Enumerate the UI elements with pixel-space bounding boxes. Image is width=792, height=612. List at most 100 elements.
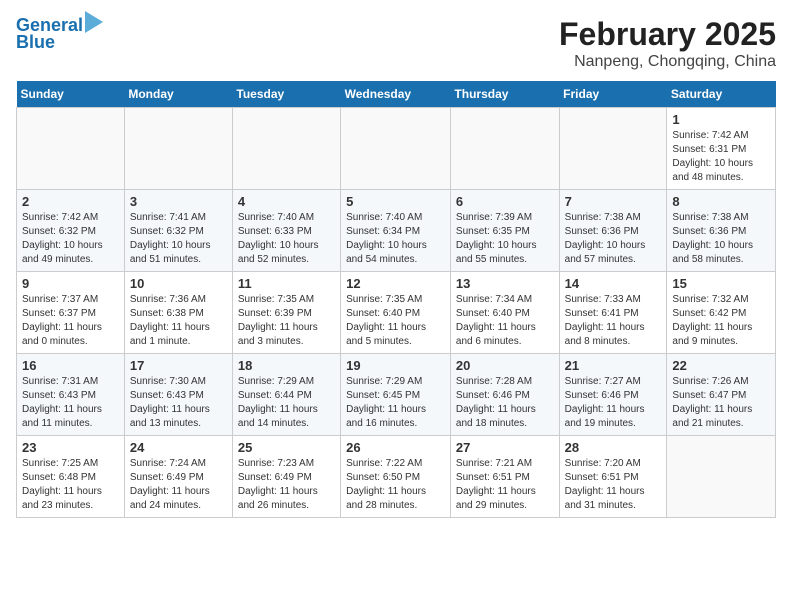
day-info: Sunrise: 7:38 AM Sunset: 6:36 PM Dayligh…	[672, 211, 770, 267]
day-number: 11	[238, 276, 335, 291]
calendar-cell: 6 Sunrise: 7:39 AM Sunset: 6:35 PM Daylig…	[450, 190, 559, 272]
day-info: Sunrise: 7:40 AM Sunset: 6:34 PM Dayligh…	[346, 211, 445, 267]
day-info: Sunrise: 7:24 AM Sunset: 6:49 PM Dayligh…	[130, 457, 227, 513]
day-info: Sunrise: 7:42 AM Sunset: 6:32 PM Dayligh…	[22, 211, 119, 267]
calendar-cell: 7 Sunrise: 7:38 AM Sunset: 6:36 PM Daylig…	[559, 190, 667, 272]
calendar-week-row: 9 Sunrise: 7:37 AM Sunset: 6:37 PM Daylig…	[17, 272, 776, 354]
day-info: Sunrise: 7:35 AM Sunset: 6:40 PM Dayligh…	[346, 293, 445, 349]
day-info: Sunrise: 7:26 AM Sunset: 6:47 PM Dayligh…	[672, 375, 770, 431]
day-info: Sunrise: 7:39 AM Sunset: 6:35 PM Dayligh…	[456, 211, 554, 267]
weekday-header-sunday: Sunday	[17, 81, 125, 108]
calendar-cell: 27Sunrise: 7:21 AM Sunset: 6:51 PM Dayli…	[450, 436, 559, 518]
day-info: Sunrise: 7:41 AM Sunset: 6:32 PM Dayligh…	[130, 211, 227, 267]
calendar-table: SundayMondayTuesdayWednesdayThursdayFrid…	[16, 81, 776, 518]
calendar-week-row: 23Sunrise: 7:25 AM Sunset: 6:48 PM Dayli…	[17, 436, 776, 518]
weekday-header-tuesday: Tuesday	[232, 81, 340, 108]
day-number: 10	[130, 276, 227, 291]
calendar-cell: 5 Sunrise: 7:40 AM Sunset: 6:34 PM Daylig…	[341, 190, 451, 272]
calendar-week-row: 16Sunrise: 7:31 AM Sunset: 6:43 PM Dayli…	[17, 354, 776, 436]
day-number: 3	[130, 194, 227, 209]
logo-arrow-icon	[85, 11, 103, 33]
calendar-cell: 17 Sunrise: 7:30 AM Sunset: 6:43 PM Dayli…	[124, 354, 232, 436]
calendar-cell: 13 Sunrise: 7:34 AM Sunset: 6:40 PM Dayli…	[450, 272, 559, 354]
day-number: 13	[456, 276, 554, 291]
day-info: Sunrise: 7:22 AM Sunset: 6:50 PM Dayligh…	[346, 457, 445, 513]
calendar-cell: 28 Sunrise: 7:20 AM Sunset: 6:51 PM Dayli…	[559, 436, 667, 518]
day-number: 6	[456, 194, 554, 209]
calendar-cell: 19 Sunrise: 7:29 AM Sunset: 6:45 PM Dayli…	[341, 354, 451, 436]
calendar-cell: 20 Sunrise: 7:28 AM Sunset: 6:46 PM Dayli…	[450, 354, 559, 436]
title-block: February 2025 Nanpeng, Chongqing, China	[559, 16, 776, 71]
calendar-cell: 18 Sunrise: 7:29 AM Sunset: 6:44 PM Dayli…	[232, 354, 340, 436]
day-info: Sunrise: 7:38 AM Sunset: 6:36 PM Dayligh…	[565, 211, 662, 267]
day-info: Sunrise: 7:34 AM Sunset: 6:40 PM Dayligh…	[456, 293, 554, 349]
day-info: Sunrise: 7:28 AM Sunset: 6:46 PM Dayligh…	[456, 375, 554, 431]
calendar-week-row: 1 Sunrise: 7:42 AM Sunset: 6:31 PM Daylig…	[17, 108, 776, 190]
calendar-cell: 26 Sunrise: 7:22 AM Sunset: 6:50 PM Dayli…	[341, 436, 451, 518]
day-number: 15	[672, 276, 770, 291]
day-info: Sunrise: 7:35 AM Sunset: 6:39 PM Dayligh…	[238, 293, 335, 349]
day-number: 23	[22, 440, 119, 455]
calendar-cell	[450, 108, 559, 190]
calendar-cell: 2 Sunrise: 7:42 AM Sunset: 6:32 PM Daylig…	[17, 190, 125, 272]
day-number: 24	[130, 440, 227, 455]
month-year: February 2025	[559, 16, 776, 53]
day-number: 8	[672, 194, 770, 209]
day-info: Sunrise: 7:32 AM Sunset: 6:42 PM Dayligh…	[672, 293, 770, 349]
calendar-cell	[559, 108, 667, 190]
day-number: 1	[672, 112, 770, 127]
day-info: Sunrise: 7:21 AM Sunset: 6:51 PM Dayligh…	[456, 457, 554, 513]
day-number: 17	[130, 358, 227, 373]
calendar-cell: 12 Sunrise: 7:35 AM Sunset: 6:40 PM Dayli…	[341, 272, 451, 354]
calendar-cell: 16Sunrise: 7:31 AM Sunset: 6:43 PM Dayli…	[17, 354, 125, 436]
day-number: 2	[22, 194, 119, 209]
weekday-header-monday: Monday	[124, 81, 232, 108]
day-number: 25	[238, 440, 335, 455]
day-info: Sunrise: 7:27 AM Sunset: 6:46 PM Dayligh…	[565, 375, 662, 431]
calendar-cell: 15 Sunrise: 7:32 AM Sunset: 6:42 PM Dayli…	[667, 272, 776, 354]
calendar-cell: 21 Sunrise: 7:27 AM Sunset: 6:46 PM Dayli…	[559, 354, 667, 436]
day-info: Sunrise: 7:31 AM Sunset: 6:43 PM Dayligh…	[22, 375, 119, 431]
day-number: 7	[565, 194, 662, 209]
logo-blue-text: Blue	[16, 32, 55, 53]
location: Nanpeng, Chongqing, China	[559, 53, 776, 71]
day-info: Sunrise: 7:29 AM Sunset: 6:45 PM Dayligh…	[346, 375, 445, 431]
logo: General Blue	[16, 16, 103, 53]
calendar-cell: 9 Sunrise: 7:37 AM Sunset: 6:37 PM Daylig…	[17, 272, 125, 354]
day-number: 4	[238, 194, 335, 209]
day-number: 21	[565, 358, 662, 373]
day-number: 5	[346, 194, 445, 209]
day-number: 9	[22, 276, 119, 291]
day-info: Sunrise: 7:20 AM Sunset: 6:51 PM Dayligh…	[565, 457, 662, 513]
page-header: General Blue February 2025 Nanpeng, Chon…	[16, 16, 776, 71]
day-info: Sunrise: 7:23 AM Sunset: 6:49 PM Dayligh…	[238, 457, 335, 513]
calendar-week-row: 2 Sunrise: 7:42 AM Sunset: 6:32 PM Daylig…	[17, 190, 776, 272]
day-info: Sunrise: 7:29 AM Sunset: 6:44 PM Dayligh…	[238, 375, 335, 431]
weekday-header-friday: Friday	[559, 81, 667, 108]
day-number: 19	[346, 358, 445, 373]
day-number: 18	[238, 358, 335, 373]
weekday-header-thursday: Thursday	[450, 81, 559, 108]
calendar-cell: 3 Sunrise: 7:41 AM Sunset: 6:32 PM Daylig…	[124, 190, 232, 272]
weekday-header-row: SundayMondayTuesdayWednesdayThursdayFrid…	[17, 81, 776, 108]
calendar-cell: 23Sunrise: 7:25 AM Sunset: 6:48 PM Dayli…	[17, 436, 125, 518]
day-number: 28	[565, 440, 662, 455]
calendar-cell: 14Sunrise: 7:33 AM Sunset: 6:41 PM Dayli…	[559, 272, 667, 354]
calendar-cell: 25 Sunrise: 7:23 AM Sunset: 6:49 PM Dayli…	[232, 436, 340, 518]
day-number: 12	[346, 276, 445, 291]
calendar-cell: 24 Sunrise: 7:24 AM Sunset: 6:49 PM Dayli…	[124, 436, 232, 518]
day-number: 20	[456, 358, 554, 373]
calendar-cell	[667, 436, 776, 518]
calendar-cell	[124, 108, 232, 190]
calendar-cell	[341, 108, 451, 190]
calendar-cell: 8 Sunrise: 7:38 AM Sunset: 6:36 PM Daylig…	[667, 190, 776, 272]
day-info: Sunrise: 7:37 AM Sunset: 6:37 PM Dayligh…	[22, 293, 119, 349]
calendar-cell	[232, 108, 340, 190]
day-number: 26	[346, 440, 445, 455]
day-info: Sunrise: 7:42 AM Sunset: 6:31 PM Dayligh…	[672, 129, 770, 185]
day-number: 14	[565, 276, 662, 291]
calendar-cell: 1 Sunrise: 7:42 AM Sunset: 6:31 PM Daylig…	[667, 108, 776, 190]
weekday-header-saturday: Saturday	[667, 81, 776, 108]
day-info: Sunrise: 7:30 AM Sunset: 6:43 PM Dayligh…	[130, 375, 227, 431]
day-info: Sunrise: 7:36 AM Sunset: 6:38 PM Dayligh…	[130, 293, 227, 349]
